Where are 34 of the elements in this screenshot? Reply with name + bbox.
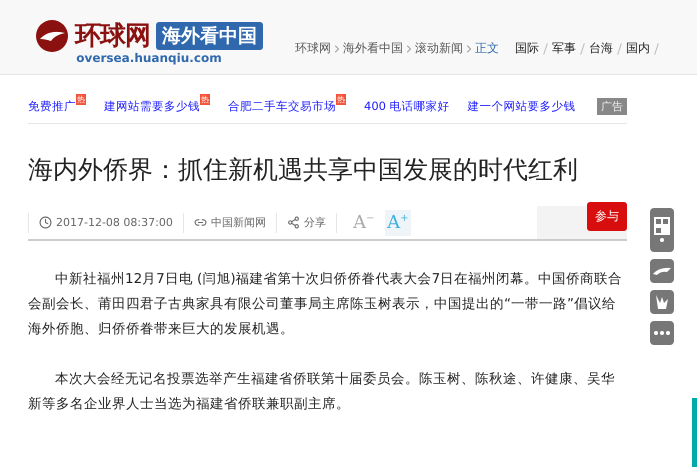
site-url: oversea.huanqiu.com [76, 51, 222, 65]
nav-link[interactable]: 国内 [620, 40, 656, 57]
nav-link[interactable]: 台海 [583, 40, 619, 57]
article-paragraph: 本次大会经无记名投票选举产生福建省侨联第十届委员会。陈玉树、陈秋途、许健康、吴华新等多名企业界人士当选为福建省侨联兼职副主席。 [28, 370, 616, 414]
share-icon [286, 216, 300, 229]
ad-link[interactable]: 合肥二手车交易市场 [228, 98, 336, 114]
more-icon[interactable] [650, 321, 674, 345]
join-button[interactable]: 参与 [587, 202, 627, 231]
breadcrumb-link[interactable]: 海外看中国 [343, 40, 403, 57]
channel-label[interactable]: 海外看中国 [156, 22, 263, 50]
logo-text[interactable]: 环球网 [75, 18, 150, 53]
article-paragraph: 中新社福州12月7日电 (闫旭)福建省第十次归侨侨眷代表大会7日在福州闭幕。中国侨商联合会副会长、莆田四君子古典家具有限公司董事局主席陈玉树表示，中国提出的“一带一路”倡议给海外侨胞、归侨侨眷带来巨大的发展机遇。 [28, 270, 624, 339]
ad-link[interactable]: 建一个网站要多少钱 [468, 98, 576, 114]
ad-badge: 广告 [597, 98, 627, 114]
hot-badge: 热 [336, 94, 346, 104]
nav-link[interactable]: 国际 [509, 40, 545, 57]
side-bar-strip [692, 398, 697, 467]
nav-link[interactable]: 军事 [546, 40, 582, 57]
ad-link[interactable]: 400 电话哪家好 [364, 98, 450, 114]
qr-code-icon[interactable] [650, 208, 674, 252]
hot-badge: 热 [200, 94, 210, 104]
ad-link[interactable]: 建网站需要多少钱 [104, 98, 200, 114]
article-title: 海内外侨界：抓住新机遇共享中国发展的时代红利 [28, 154, 579, 186]
clock-icon [39, 216, 52, 229]
hot-badge: 热 [76, 94, 86, 104]
logo-icon [35, 18, 69, 52]
publish-time: 2017-12-08 08:37:00 [56, 216, 173, 229]
breadcrumb-link[interactable]: 滚动新闻 [415, 40, 463, 57]
ad-link[interactable]: 免费推广 [28, 98, 76, 114]
breadcrumb-link[interactable]: 正文 [475, 40, 499, 57]
bird-icon[interactable] [650, 259, 674, 283]
breadcrumb-link[interactable]: 环球网 [295, 40, 331, 57]
source-link[interactable]: 中国新闻网 [210, 215, 266, 230]
share-button[interactable]: 分享 [304, 215, 326, 230]
